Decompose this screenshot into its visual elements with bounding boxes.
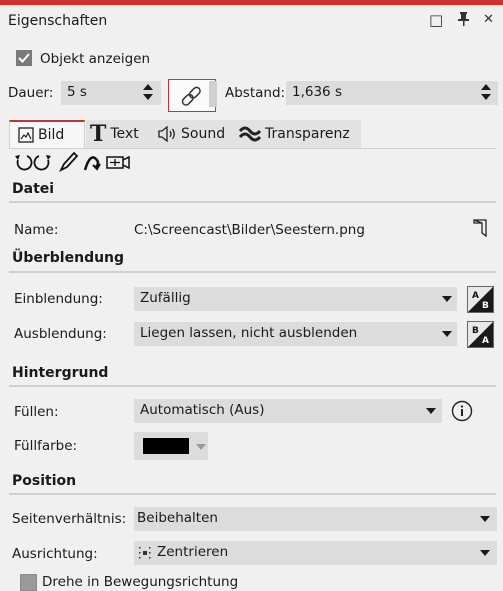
chevron-down-icon bbox=[426, 408, 436, 414]
panel-title: Eigenschaften bbox=[8, 13, 108, 29]
aspect-dropdown[interactable]: Beibehalten bbox=[134, 507, 497, 531]
section-divider bbox=[9, 493, 496, 495]
chevron-down-icon bbox=[480, 550, 490, 556]
tab-text-label: Text bbox=[110, 126, 139, 142]
camera-zoom-icon[interactable] bbox=[106, 155, 130, 170]
aspect-value: Beibehalten bbox=[137, 510, 218, 526]
distance-value: 1,636 s bbox=[292, 84, 342, 100]
pen-icon[interactable] bbox=[58, 151, 79, 172]
section-ueberblendung: Überblendung bbox=[12, 250, 125, 266]
close-icon[interactable]: ✕ bbox=[483, 12, 494, 27]
transition-in-label: Einblendung: bbox=[14, 291, 103, 307]
chevron-down-icon bbox=[442, 331, 452, 337]
svg-text:B: B bbox=[472, 326, 479, 336]
distance-spinner[interactable]: 1,636 s bbox=[286, 81, 498, 105]
duration-value: 5 s bbox=[67, 84, 87, 100]
section-divider bbox=[9, 385, 496, 387]
section-position: Position bbox=[12, 473, 77, 489]
pin-icon[interactable] bbox=[458, 12, 469, 30]
tab-sound-label: Sound bbox=[181, 126, 226, 142]
maximize-icon[interactable]: □ bbox=[429, 11, 443, 29]
svg-text:B: B bbox=[482, 301, 489, 311]
section-datei: Datei bbox=[12, 181, 55, 197]
tab-transparenz-label: Transparenz bbox=[265, 126, 350, 142]
fill-color-picker[interactable] bbox=[134, 432, 208, 460]
fill-label: Füllen: bbox=[14, 404, 59, 420]
tab-transparenz[interactable]: Transparenz bbox=[233, 120, 361, 148]
tool-icon-row bbox=[15, 151, 130, 172]
chevron-down-icon bbox=[196, 444, 206, 450]
transition-in-dropdown[interactable]: Zufällig bbox=[134, 287, 457, 311]
svg-text:A: A bbox=[482, 336, 489, 346]
duration-spin-icon[interactable] bbox=[143, 84, 153, 102]
tab-baseline bbox=[9, 148, 496, 149]
tab-sound[interactable]: Sound bbox=[152, 120, 233, 148]
alignment-dropdown[interactable]: Zentrieren bbox=[134, 541, 497, 565]
fill-dropdown[interactable]: Automatisch (Aus) bbox=[134, 399, 442, 423]
transparency-icon bbox=[239, 126, 261, 142]
show-object-label: Objekt anzeigen bbox=[40, 51, 151, 67]
rotate-motion-checkbox[interactable] bbox=[20, 574, 37, 591]
alignment-value: Zentrieren bbox=[157, 544, 229, 560]
chevron-down-icon bbox=[480, 516, 490, 522]
section-hintergrund: Hintergrund bbox=[12, 365, 109, 381]
path-icon[interactable] bbox=[83, 156, 101, 171]
rotate-right-icon[interactable] bbox=[33, 155, 51, 171]
info-icon[interactable] bbox=[451, 400, 473, 422]
svg-text:A: A bbox=[472, 291, 479, 301]
section-divider bbox=[9, 201, 496, 203]
image-icon bbox=[18, 127, 34, 143]
show-object-checkbox[interactable] bbox=[16, 50, 32, 66]
name-label: Name: bbox=[14, 222, 59, 238]
duration-spinner[interactable]: 5 s bbox=[61, 81, 161, 105]
distance-label: Abstand: bbox=[225, 85, 286, 101]
transition-out-preview-icon[interactable]: BA bbox=[467, 321, 494, 348]
align-center-icon bbox=[139, 547, 151, 559]
transition-out-label: Ausblendung: bbox=[14, 326, 107, 342]
duration-label: Dauer: bbox=[8, 85, 54, 101]
fill-color-swatch bbox=[143, 438, 189, 454]
fill-value: Automatisch (Aus) bbox=[140, 402, 265, 418]
rotate-motion-label: Drehe in Bewegungsrichtung bbox=[42, 574, 239, 590]
tab-bild[interactable]: Bild bbox=[9, 120, 85, 148]
link-divider bbox=[209, 81, 217, 107]
alignment-label: Ausrichtung: bbox=[12, 546, 98, 562]
fill-color-label: Füllfarbe: bbox=[14, 438, 78, 454]
tab-text[interactable]: T Text bbox=[86, 120, 152, 148]
transition-in-preview-icon[interactable]: AB bbox=[467, 286, 494, 313]
rotate-left-icon[interactable] bbox=[15, 155, 33, 171]
transition-out-dropdown[interactable]: Liegen lassen, nicht ausblenden bbox=[134, 322, 457, 346]
section-divider bbox=[9, 271, 496, 273]
transition-out-value: Liegen lassen, nicht ausblenden bbox=[140, 325, 358, 341]
transition-in-value: Zufällig bbox=[140, 290, 191, 306]
distance-spin-icon[interactable] bbox=[481, 84, 491, 102]
browse-file-icon[interactable] bbox=[472, 219, 488, 237]
text-icon: T bbox=[90, 121, 107, 147]
speaker-icon bbox=[158, 126, 175, 142]
aspect-label: Seitenverhältnis: bbox=[12, 511, 127, 527]
file-path[interactable]: C:\Screencast\Bilder\Seestern.png bbox=[134, 222, 365, 238]
chevron-down-icon bbox=[442, 296, 452, 302]
tab-bild-label: Bild bbox=[38, 127, 65, 143]
